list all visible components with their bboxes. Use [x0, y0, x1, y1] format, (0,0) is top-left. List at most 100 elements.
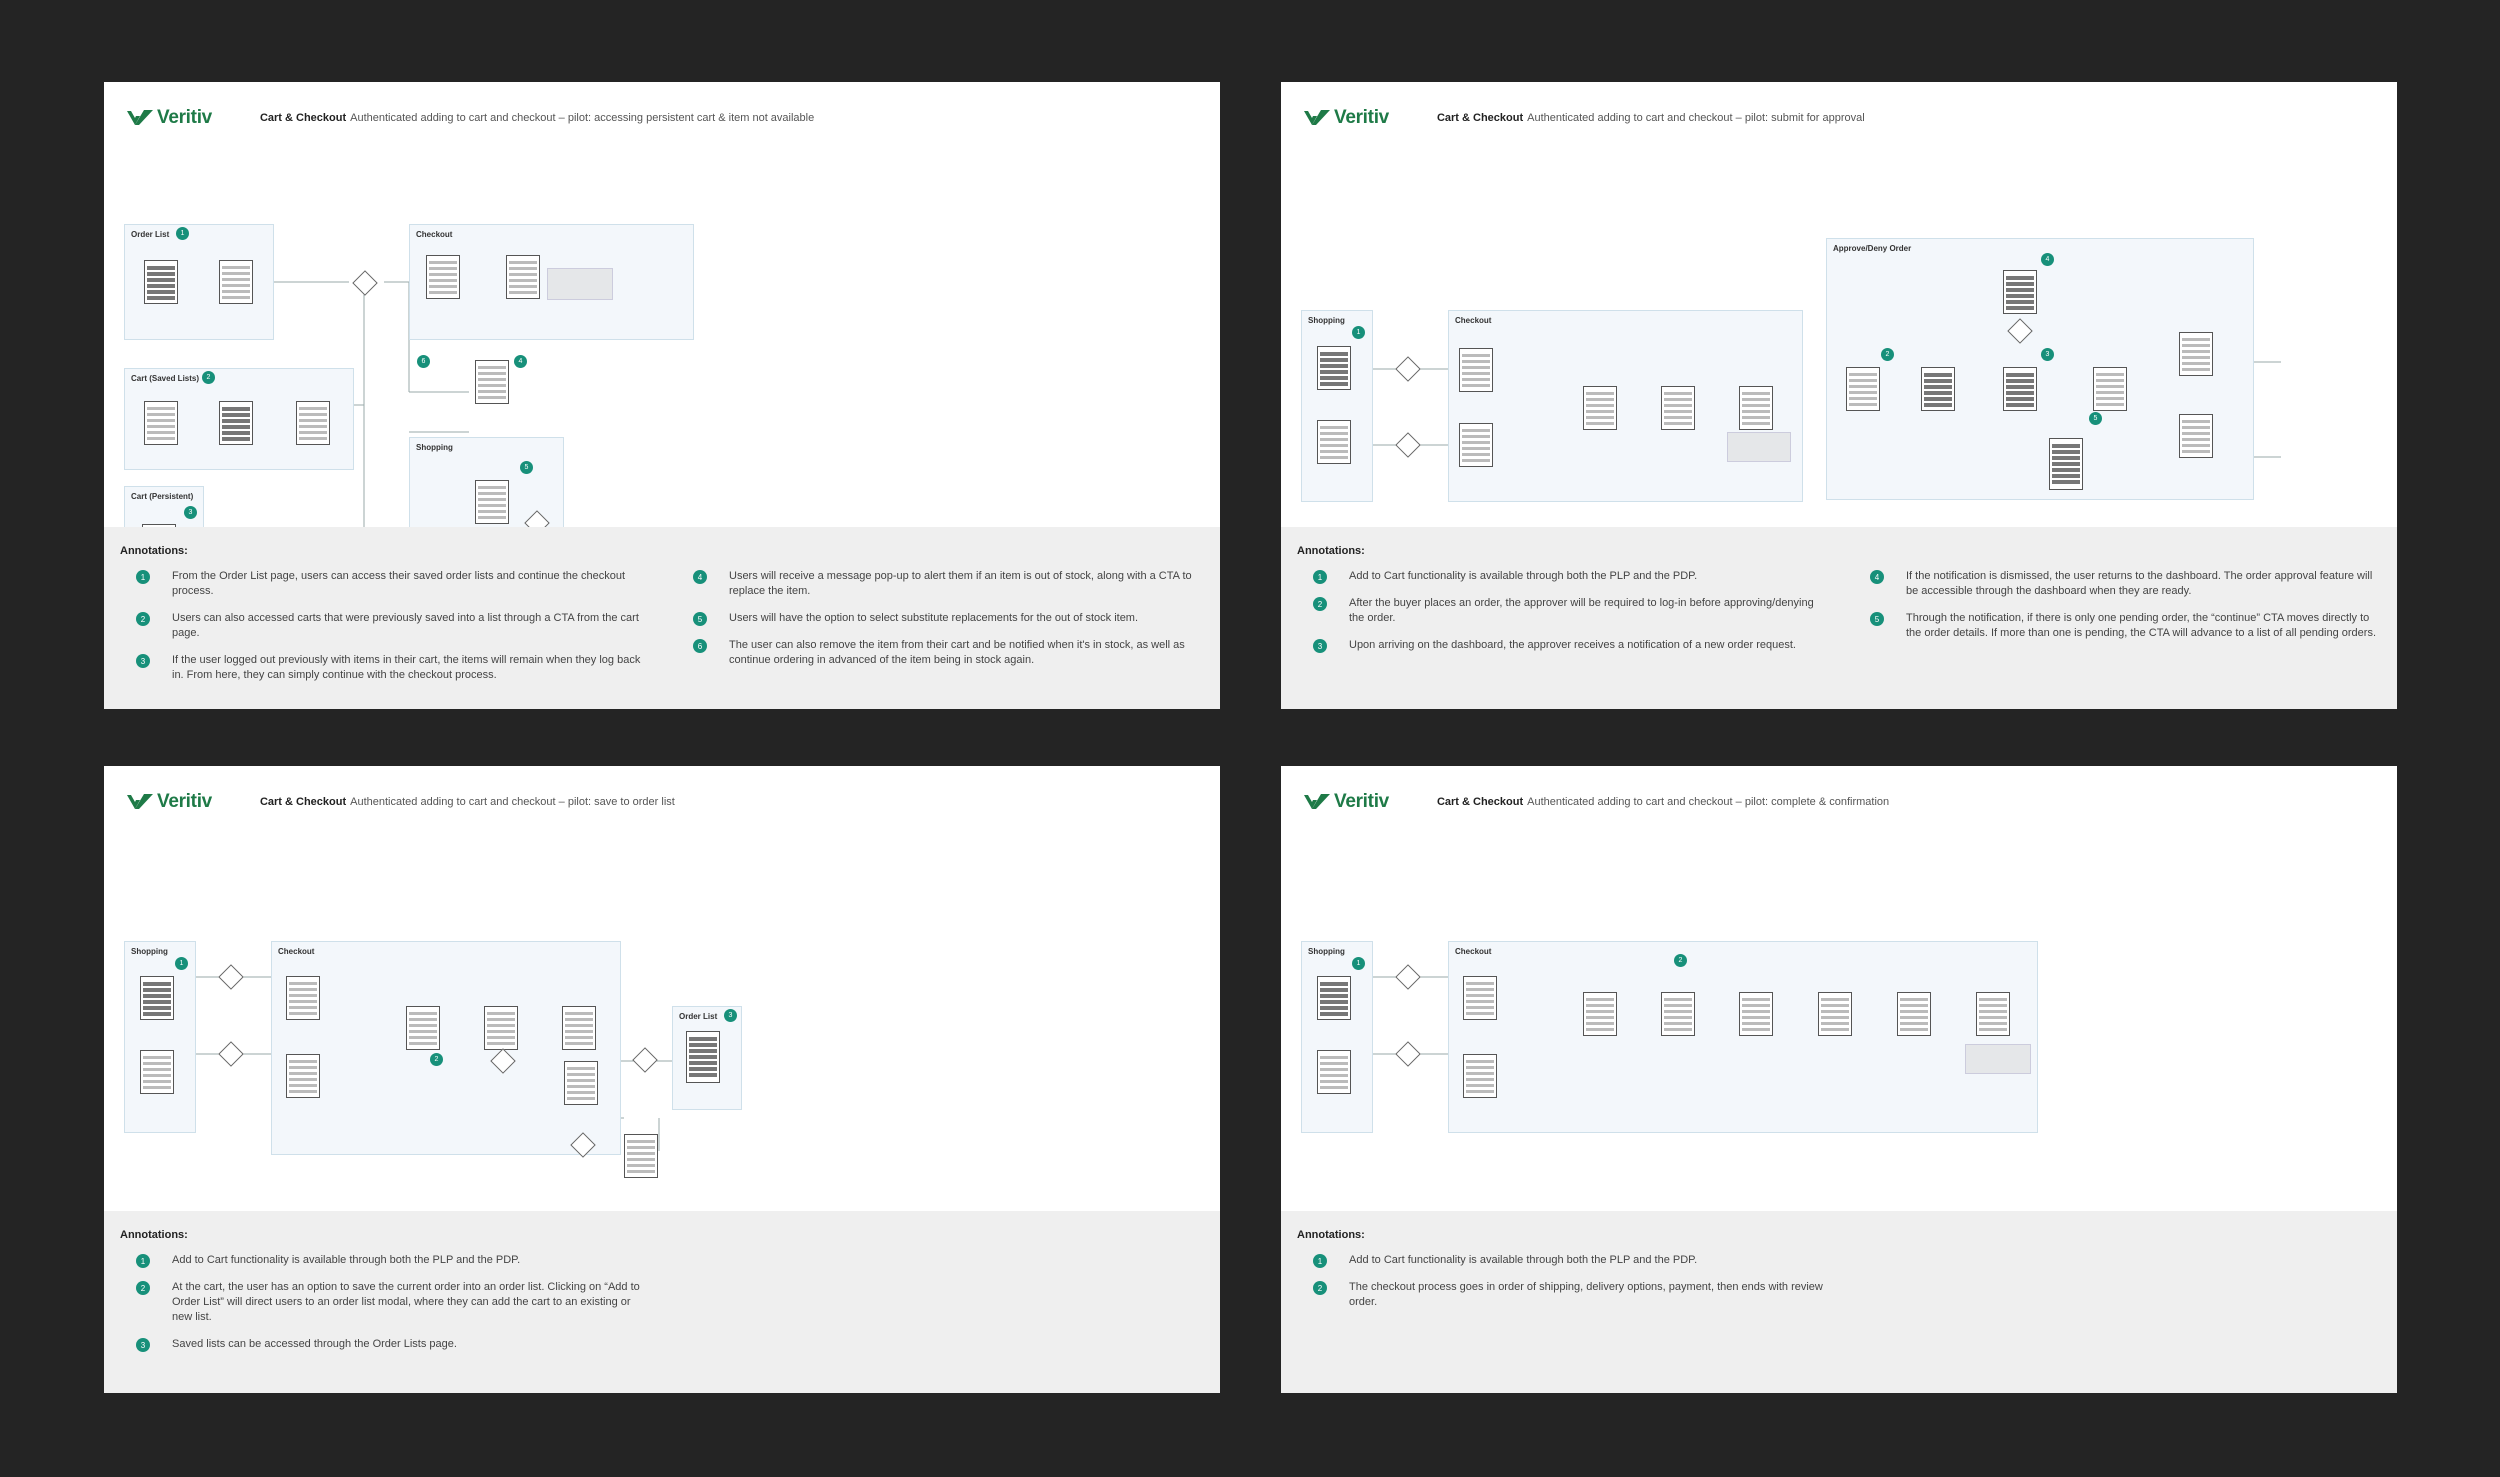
annotations-section: Annotations: 1 Add to Cart functionality … — [104, 1211, 1220, 1393]
flow-diagram: Shopping 1 Checkout Approve/Deny Order 2… — [1281, 142, 2397, 542]
annotations-left: 1 Add to Cart functionality is available … — [120, 1253, 647, 1364]
products-screen[interactable] — [1317, 976, 1351, 1020]
step-6-badge: 6 — [417, 355, 430, 368]
checkout-delivery-options-screen[interactable] — [1739, 992, 1773, 1036]
checkout-group: Checkout — [1448, 941, 2038, 1133]
annotations-heading: Annotations: — [120, 1229, 188, 1241]
my-account-screen-2[interactable] — [2003, 270, 2037, 314]
step-4-badge: 4 — [2041, 253, 2054, 266]
note-box — [1727, 432, 1791, 462]
veritiv-logo: Veritiv — [1303, 107, 1389, 129]
my-account-screen[interactable] — [2003, 367, 2037, 411]
added-to-cart-screen-2[interactable] — [1459, 423, 1493, 467]
product-detail-screen[interactable] — [1317, 420, 1351, 464]
login-screen[interactable] — [1846, 367, 1880, 411]
step-2-badge: 2 — [1881, 348, 1894, 361]
brand-name: Veritiv — [157, 107, 212, 128]
flow-panel-4: Veritiv Cart & Checkout Authenticated add… — [1281, 766, 2397, 1393]
panel-header: Veritiv Cart & Checkout Authenticated add… — [1303, 786, 1889, 818]
annotation-item: 3 Saved lists can be accessed through the… — [120, 1337, 647, 1352]
annotations-left: 1 From the Order List page, users can acc… — [120, 569, 647, 695]
order-details-screen-2[interactable] — [296, 401, 330, 445]
shopping-group: Shopping — [1301, 310, 1373, 502]
step-1-badge: 1 — [176, 227, 189, 240]
order-approval-list-screen[interactable] — [2049, 438, 2083, 490]
item-out-of-stock-screen[interactable] — [475, 360, 509, 404]
step-1-badge: 1 — [1352, 957, 1365, 970]
annotations-section: Annotations: 1 Add to Cart functionality … — [1281, 527, 2397, 709]
panel-header: Veritiv Cart & Checkout Authenticated add… — [126, 786, 675, 818]
page-title: Cart & Checkout Authenticated adding to c… — [1436, 112, 1865, 124]
products-screen[interactable] — [140, 976, 174, 1020]
order-details-screen[interactable] — [219, 260, 253, 304]
order-details-screen[interactable] — [2093, 367, 2127, 411]
brand-name: Veritiv — [1334, 791, 1389, 812]
step-2-badge: 2 — [430, 1053, 443, 1066]
step-1-badge: 1 — [175, 957, 188, 970]
page-title: Cart & Checkout Authenticated adding to c… — [1436, 796, 1890, 808]
veritiv-logo: Veritiv — [1303, 791, 1389, 813]
order-denied-screen[interactable] — [2179, 414, 2213, 458]
cart-screen[interactable] — [1583, 992, 1617, 1036]
note-box — [1965, 1044, 2031, 1074]
annotations-right — [677, 1253, 1204, 1364]
home-page-screen[interactable] — [1921, 367, 1955, 411]
add-to-order-list-screen[interactable] — [564, 1061, 598, 1105]
checkout-payment-screen[interactable] — [1818, 992, 1852, 1036]
order-list-screen[interactable] — [144, 260, 178, 304]
annotation-item: 2 At the cart, the user has an option to … — [120, 1280, 647, 1325]
checkout-shipping-screen[interactable] — [1661, 992, 1695, 1036]
shopping-group: Shopping — [1301, 941, 1373, 1133]
annotation-item: 1 From the Order List page, users can acc… — [120, 569, 647, 599]
order-lists-screen[interactable] — [686, 1031, 720, 1083]
added-to-cart-screen[interactable] — [1463, 976, 1497, 1020]
order-list-screen-2[interactable] — [219, 401, 253, 445]
panel-header: Veritiv Cart & Checkout Authenticated add… — [1303, 102, 1865, 134]
payment-checkout-screen[interactable] — [1661, 386, 1695, 430]
annotation-item: 3 Upon arriving on the dashboard, the app… — [1297, 638, 1824, 653]
annotation-item: 5 Users will have the option to select su… — [677, 611, 1204, 626]
products-screen[interactable] — [1317, 346, 1351, 390]
cart-screen[interactable] — [406, 1006, 440, 1050]
confirmation-screen[interactable] — [562, 1006, 596, 1050]
payment-checkout-screen[interactable] — [484, 1006, 518, 1050]
step-3-badge: 3 — [2041, 348, 2054, 361]
product-detail-screen[interactable] — [140, 1050, 174, 1094]
confirmation-screen[interactable] — [506, 255, 540, 299]
replacement-modal-screen[interactable] — [475, 480, 509, 524]
annotation-item: 2 Users can also accessed carts that were… — [120, 611, 647, 641]
confirmation-screen[interactable] — [1976, 992, 2010, 1036]
annotations-heading: Annotations: — [120, 545, 188, 557]
product-detail-screen[interactable] — [1317, 1050, 1351, 1094]
flow-panel-1: Veritiv Cart & Checkout Authenticated add… — [104, 82, 1220, 709]
added-to-cart-screen-2[interactable] — [286, 1054, 320, 1098]
cart-screen[interactable] — [144, 401, 178, 445]
flow-panel-3: Veritiv Cart & Checkout Authenticated add… — [104, 766, 1220, 1393]
confirmation-screen[interactable] — [1739, 386, 1773, 430]
payment-checkout-screen[interactable] — [426, 255, 460, 299]
page-title: Cart & Checkout Authenticated adding to c… — [259, 796, 675, 808]
added-to-cart-screen-2[interactable] — [1463, 1054, 1497, 1098]
note-box — [547, 268, 613, 300]
flow-diagram: Shopping 1 Checkout 2 — [1281, 826, 2397, 1226]
cart-screen[interactable] — [1583, 386, 1617, 430]
annotation-item: 3 If the user logged out previously with … — [120, 653, 647, 683]
step-2-badge: 2 — [202, 371, 215, 384]
annotations-right — [1854, 1253, 2381, 1322]
flow-panel-2: Veritiv Cart & Checkout Authenticated add… — [1281, 82, 2397, 709]
veritiv-logo: Veritiv — [126, 107, 212, 129]
annotations-heading: Annotations: — [1297, 1229, 1365, 1241]
checkout-review-order-screen[interactable] — [1897, 992, 1931, 1036]
added-to-cart-screen[interactable] — [286, 976, 320, 1020]
veritiv-logo-icon — [1304, 794, 1330, 809]
veritiv-logo: Veritiv — [126, 791, 212, 813]
added-to-cart-screen[interactable] — [1459, 348, 1493, 392]
step-3-badge: 3 — [724, 1009, 737, 1022]
step-2-badge: 2 — [1674, 954, 1687, 967]
brand-name: Veritiv — [157, 791, 212, 812]
order-approved-screen[interactable] — [2179, 332, 2213, 376]
annotation-item: 4 If the notification is dismissed, the u… — [1854, 569, 2381, 599]
annotations-heading: Annotations: — [1297, 545, 1365, 557]
annotations-right: 4 If the notification is dismissed, the u… — [1854, 569, 2381, 665]
create-new-list-screen[interactable] — [624, 1134, 658, 1178]
